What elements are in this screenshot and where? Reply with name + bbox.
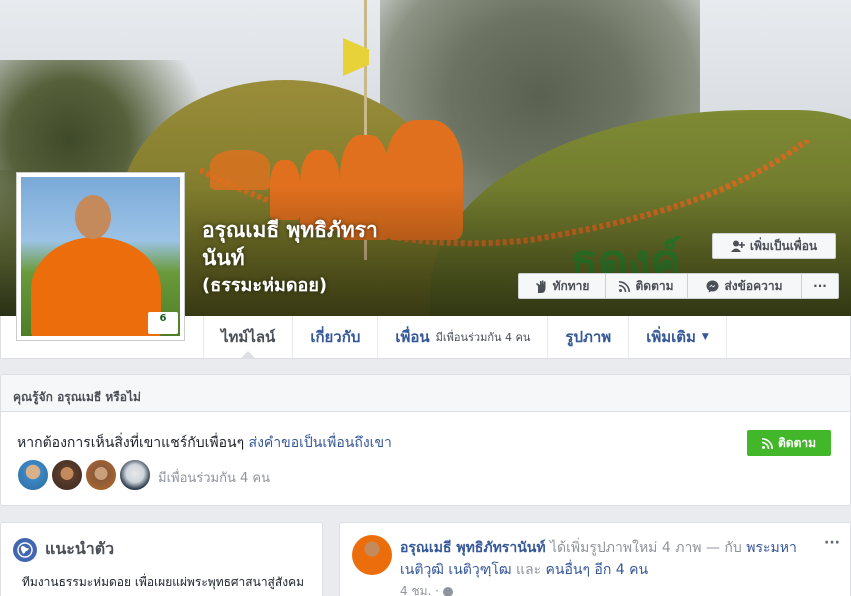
avatar-head xyxy=(75,195,111,239)
post-header: อรุณเมธี พุทธิภัทรานันท์ ได้เพิ่มรูปภาพใ… xyxy=(400,537,820,581)
tab-friends-mutual-count: มีเพื่อนร่วมกัน 4 คน xyxy=(435,331,531,344)
message-button[interactable]: ส่งข้อความ xyxy=(687,273,802,299)
avatar-robe xyxy=(31,237,161,336)
tab-photos-label: รูปภาพ xyxy=(565,328,612,346)
tab-about-label: เกี่ยวกับ xyxy=(310,328,361,346)
do-you-know-card: คุณรู้จัก อรุณเมธี หรือไม่ หากต้องการเห็… xyxy=(0,374,851,506)
globe-icon xyxy=(13,537,37,562)
intro-bio: ทีมงานธรรมะห่มดอย เพื่อเผยแผ่พระพุทธศาสน… xyxy=(21,575,305,589)
chevron-down-icon: ▼ xyxy=(701,332,709,342)
do-you-know-title: คุณรู้จัก อรุณเมธี หรือไม่ xyxy=(1,375,850,412)
tab-more-label: เพิ่มเติม xyxy=(646,328,696,346)
tab-friends-label: เพื่อน xyxy=(395,328,430,346)
tab-more[interactable]: เพิ่มเติม ▼ xyxy=(628,316,727,358)
mutual-friend-avatars xyxy=(17,459,151,491)
intro-title-label: แนะนำตัว xyxy=(45,539,115,558)
mutual-friends-count[interactable]: มีเพื่อนร่วมกัน 4 คน xyxy=(158,467,270,488)
post-timestamp[interactable]: 4 ชม. · xyxy=(400,582,453,596)
intro-card: แนะนำตัว ทีมงานธรรมะห่มดอย เพื่อเผยแผ่พร… xyxy=(0,522,323,596)
tab-photos[interactable]: รูปภาพ xyxy=(547,316,628,358)
profile-page: ธุดงค์ 6 อรุณเมธี พุทธิภัทรา นันท์ (ธรรม… xyxy=(0,0,851,596)
mutual-friend-avatar[interactable] xyxy=(51,459,83,491)
post-tagged-others[interactable]: คนอื่นๆ อีก 4 คน xyxy=(546,562,649,578)
post-author-avatar[interactable] xyxy=(352,535,392,575)
more-options-button[interactable]: ··· xyxy=(801,273,839,299)
poke-label: ทักทาย xyxy=(552,278,590,293)
message-label: ส่งข้อความ xyxy=(724,278,783,293)
do-you-know-text: หากต้องการเห็นสิ่งที่เขาแชร์กับเพื่อนๆ xyxy=(17,435,245,451)
follow-label: ติดตาม xyxy=(635,278,674,293)
intro-title: แนะนำตัว xyxy=(13,537,114,562)
add-friend-icon xyxy=(730,240,745,252)
add-friend-button[interactable]: เพิ่มเป็นเพื่อน xyxy=(712,233,836,259)
post-time: 4 ชม. · xyxy=(400,584,439,596)
profile-picture-image: 6 xyxy=(21,177,180,336)
profile-alt-name: (ธรรมะห่มดอย) xyxy=(202,275,328,296)
post-action: ได้เพิ่มรูปภาพใหม่ 4 ภาพ — กับ xyxy=(550,540,742,556)
timeline-post: อรุณเมธี พุทธิภัทรานันท์ ได้เพิ่มรูปภาพใ… xyxy=(339,522,851,596)
poke-hand-icon xyxy=(535,280,546,293)
tab-timeline-label: ไทม์ไลน์ xyxy=(221,328,276,346)
follow-green-label: ติดตาม xyxy=(777,435,817,450)
rss-follow-icon xyxy=(761,437,773,449)
do-you-know-message: หากต้องการเห็นสิ่งที่เขาแชร์กับเพื่อนๆ ส… xyxy=(17,432,392,454)
mutual-friend-avatar[interactable] xyxy=(17,459,49,491)
follow-green-button[interactable]: ติดตาม xyxy=(747,430,831,456)
cover-action-group: ทักทาย ติดตาม ส่งข้อความ ··· xyxy=(518,273,839,299)
mutual-friend-avatar[interactable] xyxy=(119,459,151,491)
profile-picture[interactable]: 6 xyxy=(16,172,185,341)
messenger-icon xyxy=(706,280,719,292)
send-friend-request-link[interactable]: ส่งคำขอเป็นเพื่อนถึงเขา xyxy=(249,435,392,451)
tab-friends[interactable]: เพื่อน มีเพื่อนร่วมกัน 4 คน xyxy=(377,316,547,358)
avatar-badge: 6 xyxy=(148,312,178,334)
profile-name-line1: อรุณเมธี พุทธิภัทรา xyxy=(202,218,378,242)
tab-timeline[interactable]: ไทม์ไลน์ xyxy=(203,316,292,358)
profile-name-line2: นันท์ xyxy=(202,246,245,270)
globe-icon xyxy=(442,586,453,596)
profile-name[interactable]: อรุณเมธี พุทธิภัทรา นันท์ (ธรรมะห่มดอย) xyxy=(202,216,522,300)
rss-follow-icon xyxy=(619,280,631,292)
cover-monk xyxy=(210,150,270,190)
post-options-icon[interactable]: ··· xyxy=(824,535,840,551)
add-friend-label: เพิ่มเป็นเพื่อน xyxy=(749,238,818,253)
more-options-icon: ··· xyxy=(813,279,827,293)
tab-about[interactable]: เกี่ยวกับ xyxy=(292,316,377,358)
post-author-name[interactable]: อรุณเมธี พุทธิภัทรานันท์ xyxy=(400,540,546,556)
mutual-friend-avatar[interactable] xyxy=(85,459,117,491)
post-and: และ xyxy=(515,562,542,578)
follow-button[interactable]: ติดตาม xyxy=(605,273,688,299)
poke-button[interactable]: ทักทาย xyxy=(518,273,606,299)
